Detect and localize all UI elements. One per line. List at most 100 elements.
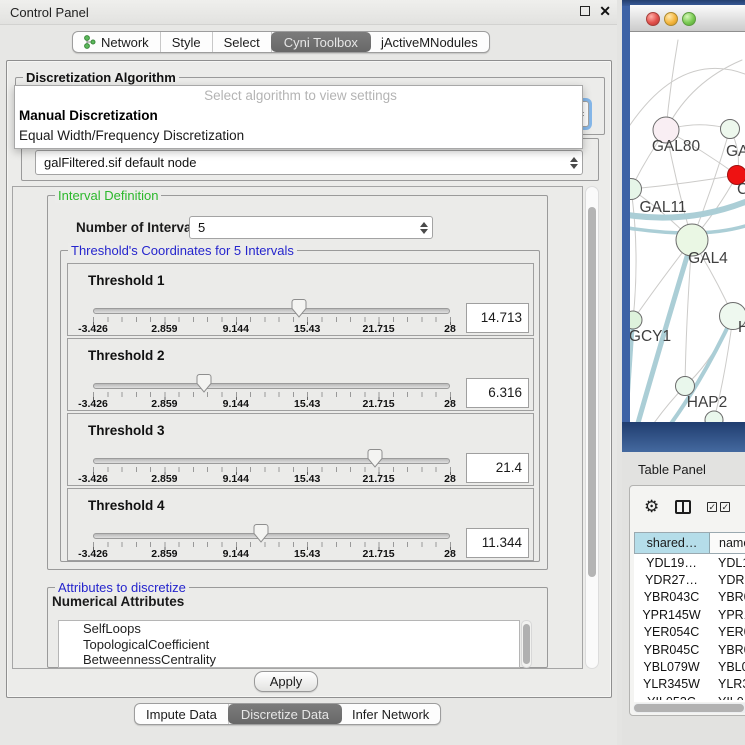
cell-name[interactable]: YER0 <box>709 625 745 639</box>
network-node[interactable] <box>705 411 723 422</box>
tick-label: -3.426 <box>78 548 108 560</box>
threshold-4-label: Threshold 4 <box>88 498 165 513</box>
threshold-4-slider-track[interactable] <box>93 533 450 539</box>
table-row[interactable]: YBR043CYBR0 <box>634 589 745 606</box>
network-node-label: GAL80 <box>652 138 701 155</box>
gear-icon[interactable]: ⚙ <box>644 497 659 517</box>
network-edge[interactable] <box>631 175 737 189</box>
attribute-list-item[interactable]: TopologicalCoefficient <box>59 637 519 653</box>
threshold-1-tick-labels: -3.4262.8599.14415.4321.71528 <box>93 323 450 335</box>
attribute-list-item[interactable]: BetweennessCentrality <box>59 652 519 668</box>
checkbox-icon[interactable]: ✓ <box>720 502 730 512</box>
table-row[interactable]: YDL19…YDL1 <box>634 554 745 571</box>
tick-label: 21.715 <box>363 548 395 560</box>
tab-select[interactable]: Select <box>213 32 272 52</box>
mac-close-button[interactable] <box>646 12 660 26</box>
tab-infer-network[interactable]: Infer Network <box>341 704 440 724</box>
table-row[interactable]: YBL079WYBL0 <box>634 658 745 675</box>
threshold-1-slider-thumb[interactable] <box>292 299 307 318</box>
table-row[interactable]: YER054CYER0 <box>634 624 745 641</box>
tab-jactivemnodules[interactable]: jActiveMNodules <box>370 32 489 52</box>
table-row[interactable]: YDR27…YDR2 <box>634 571 745 588</box>
settings-scrollbar-thumb[interactable] <box>588 207 596 577</box>
column-header-name[interactable]: name <box>710 533 745 553</box>
table-row[interactable]: YBR045CYBR0 <box>634 641 745 658</box>
cell-shared-name[interactable]: YER054C <box>634 625 709 639</box>
settings-scrollbar[interactable] <box>585 186 599 669</box>
close-icon[interactable]: ✕ <box>599 4 611 18</box>
algorithm-dropdown-popup: Select algorithm to view settings Manual… <box>14 85 583 149</box>
network-node-label: GA <box>726 143 745 160</box>
apply-button[interactable]: Apply <box>254 671 318 692</box>
table-horizontal-scrollbar[interactable] <box>633 703 745 713</box>
cell-name[interactable]: YBR0 <box>709 590 745 604</box>
attributes-group: Attributes to discretize Numerical Attri… <box>47 587 548 668</box>
cell-name[interactable]: YBL0 <box>709 660 745 674</box>
cell-name[interactable]: YLR3 <box>709 677 745 691</box>
cell-name[interactable]: YIL0 <box>709 695 745 700</box>
tick-label: -3.426 <box>78 323 108 335</box>
threshold-4-slider-thumb[interactable] <box>253 524 268 543</box>
checkbox-icon[interactable]: ✓ <box>707 502 717 512</box>
attributes-list-scrollbar[interactable] <box>521 620 532 668</box>
tick-label: 2.859 <box>151 398 177 410</box>
column-header-shared-name[interactable]: shared… <box>635 533 710 553</box>
number-of-intervals-combobox[interactable]: 5 <box>189 216 433 239</box>
network-node[interactable] <box>630 311 642 329</box>
threshold-4-value-field[interactable]: 11.344 <box>466 528 529 558</box>
tab-discretize-data[interactable]: Discretize Data <box>228 704 342 724</box>
network-node[interactable] <box>676 377 695 396</box>
cell-shared-name[interactable]: YLR345W <box>634 677 709 691</box>
popup-item-manual-discretization[interactable]: Manual Discretization <box>15 106 582 126</box>
tab-network[interactable]: Network <box>73 32 161 52</box>
numerical-attributes-list[interactable]: SelfLoopsTopologicalCoefficientBetweenne… <box>58 620 520 668</box>
tab-impute-data[interactable]: Impute Data <box>135 704 229 724</box>
tab-cyni-toolbox[interactable]: Cyni Toolbox <box>271 32 371 52</box>
cell-shared-name[interactable]: YBR045C <box>634 643 709 657</box>
popup-item-equal-width[interactable]: Equal Width/Frequency Discretization <box>15 126 582 146</box>
table-row[interactable]: YLR345WYLR3 <box>634 676 745 693</box>
table-row[interactable]: YIL053CYIL0 <box>634 693 745 700</box>
cell-shared-name[interactable]: YDL19… <box>634 556 709 570</box>
mac-zoom-button[interactable] <box>682 12 696 26</box>
tick-label: 9.144 <box>223 398 249 410</box>
network-node-label: H <box>738 319 745 336</box>
cell-name[interactable]: YBR0 <box>709 643 745 657</box>
popup-placeholder-item[interactable]: Select algorithm to view settings <box>15 86 582 106</box>
cell-shared-name[interactable]: YDR27… <box>634 573 709 587</box>
threshold-3-value-field[interactable]: 21.4 <box>466 453 529 483</box>
split-columns-icon[interactable] <box>675 500 691 514</box>
table-row[interactable]: YPR145WYPR1 <box>634 606 745 623</box>
threshold-1-panel: Threshold 1 -3.4262.8599.14415.4321.7152… <box>67 263 534 336</box>
threshold-2-slider-thumb[interactable] <box>196 374 211 393</box>
cell-name[interactable]: YDL1 <box>709 556 745 570</box>
cell-name[interactable]: YDR2 <box>709 573 745 587</box>
threshold-3-slider-track[interactable] <box>93 458 450 464</box>
attribute-list-item[interactable]: SelfLoops <box>59 621 519 637</box>
threshold-2-slider-track[interactable] <box>93 383 450 389</box>
table-data-combobox[interactable]: galFiltered.sif default node <box>35 150 583 175</box>
cell-shared-name[interactable]: YPR145W <box>634 608 709 622</box>
tick-label: -3.426 <box>78 398 108 410</box>
tab-style[interactable]: Style <box>161 32 213 52</box>
tick-label: 9.144 <box>223 548 249 560</box>
network-node[interactable] <box>721 120 740 139</box>
cell-shared-name[interactable]: YBR043C <box>634 590 709 604</box>
network-canvas[interactable]: GAL80GACGAL11GAL4GCY1HHAP2 <box>630 32 745 422</box>
threshold-1-value-field[interactable]: 14.713 <box>466 303 529 333</box>
threshold-2-value-field[interactable]: 6.316 <box>466 378 529 408</box>
interval-definition-title: Interval Definition <box>55 188 161 203</box>
network-view-window: GAL80GACGAL11GAL4GCY1HHAP2 <box>622 0 745 452</box>
tick-label: 15.43 <box>294 548 320 560</box>
tick-label: 2.859 <box>151 473 177 485</box>
mac-minimize-button[interactable] <box>664 12 678 26</box>
threshold-3-slider-thumb[interactable] <box>368 449 383 468</box>
cell-shared-name[interactable]: YIL053C <box>634 695 709 700</box>
cell-name[interactable]: YPR1 <box>709 608 745 622</box>
network-node[interactable] <box>630 179 642 200</box>
tick-label: 2.859 <box>151 323 177 335</box>
cell-shared-name[interactable]: YBL079W <box>634 660 709 674</box>
network-edge[interactable] <box>631 189 636 320</box>
float-window-icon[interactable] <box>580 6 590 16</box>
threshold-1-slider-track[interactable] <box>93 308 450 314</box>
